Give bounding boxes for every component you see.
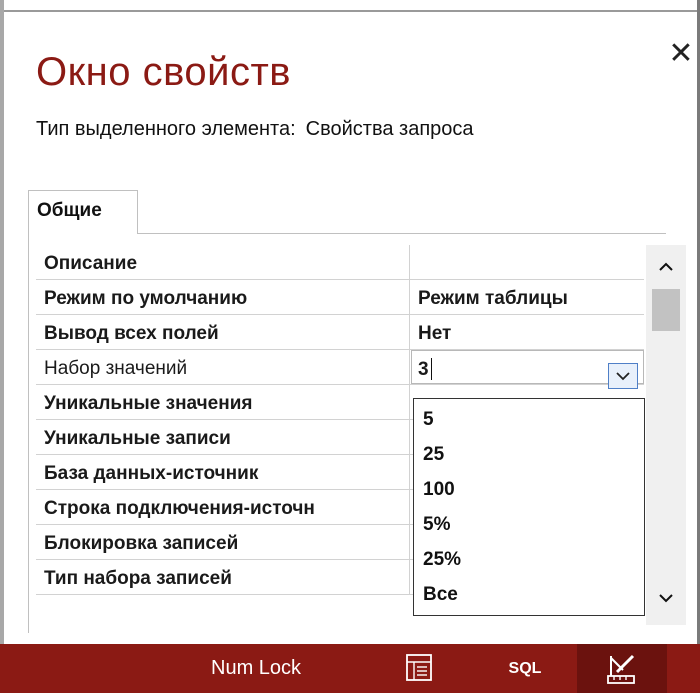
top-values-dropdown-list[interactable]: 5 25 100 5% 25% Все xyxy=(413,398,645,616)
sql-view-button[interactable]: SQL xyxy=(500,644,550,693)
scroll-down-button[interactable] xyxy=(646,577,686,617)
datasheet-view-button[interactable] xyxy=(404,652,438,686)
selection-type-label: Тип выделенного элемента: xyxy=(36,118,296,140)
window-left-border xyxy=(0,0,4,693)
pane-title: Окно свойств xyxy=(36,50,292,94)
design-view-icon xyxy=(607,654,635,684)
close-icon: ✕ xyxy=(668,37,694,70)
property-row[interactable]: Режим по умолчанию Режим таблицы xyxy=(36,280,644,315)
scrollbar-thumb[interactable] xyxy=(652,289,680,331)
close-button[interactable]: ✕ xyxy=(663,34,699,74)
status-bar: Num Lock SQL xyxy=(0,644,700,693)
datasheet-view-icon xyxy=(406,654,432,681)
top-values-input-text: 3 xyxy=(418,359,429,380)
dropdown-option[interactable]: 5% xyxy=(414,507,644,543)
property-value[interactable]: Нет xyxy=(411,315,644,349)
dropdown-option[interactable]: 5 xyxy=(414,402,644,438)
property-row[interactable]: Описание xyxy=(36,245,644,280)
property-value[interactable]: Режим таблицы xyxy=(411,280,644,314)
tab-general[interactable]: Общие xyxy=(28,190,138,234)
design-view-button[interactable] xyxy=(577,644,667,693)
chevron-down-icon xyxy=(659,594,673,603)
dropdown-option[interactable]: 100 xyxy=(414,472,644,508)
property-name: Вывод всех полей xyxy=(36,315,410,349)
property-row[interactable]: Вывод всех полей Нет xyxy=(36,315,644,350)
property-name: Строка подключения-источн xyxy=(36,490,410,524)
property-value[interactable] xyxy=(411,245,644,279)
dropdown-option[interactable]: 25% xyxy=(414,542,644,578)
property-grid-scrollbar[interactable] xyxy=(646,245,686,625)
property-name: Режим по умолчанию xyxy=(36,280,410,314)
dropdown-option[interactable]: 25 xyxy=(414,437,644,473)
num-lock-indicator: Num Lock xyxy=(211,657,302,679)
dropdown-toggle-button[interactable] xyxy=(608,363,638,389)
selection-type: Тип выделенного элемента: Свойства запрос… xyxy=(36,118,474,141)
property-name: Уникальные записи xyxy=(36,420,410,454)
tab-panel-border xyxy=(28,233,29,633)
chevron-down-icon xyxy=(616,372,630,381)
scroll-up-button[interactable] xyxy=(646,245,686,285)
tab-divider xyxy=(138,233,666,234)
property-name: Уникальные значения xyxy=(36,385,410,419)
window-top-border xyxy=(0,0,700,12)
property-row-active[interactable]: Набор значений 3 xyxy=(36,350,644,385)
property-name: База данных-источник xyxy=(36,455,410,489)
selection-type-value: Свойства запроса xyxy=(305,118,474,140)
property-name: Набор значений xyxy=(36,350,410,384)
property-name: Блокировка записей xyxy=(36,525,410,559)
chevron-up-icon xyxy=(659,262,673,271)
dropdown-option[interactable]: Все xyxy=(414,577,644,613)
property-name: Описание xyxy=(36,245,410,279)
property-name: Тип набора записей xyxy=(36,560,410,594)
text-caret xyxy=(431,358,432,380)
